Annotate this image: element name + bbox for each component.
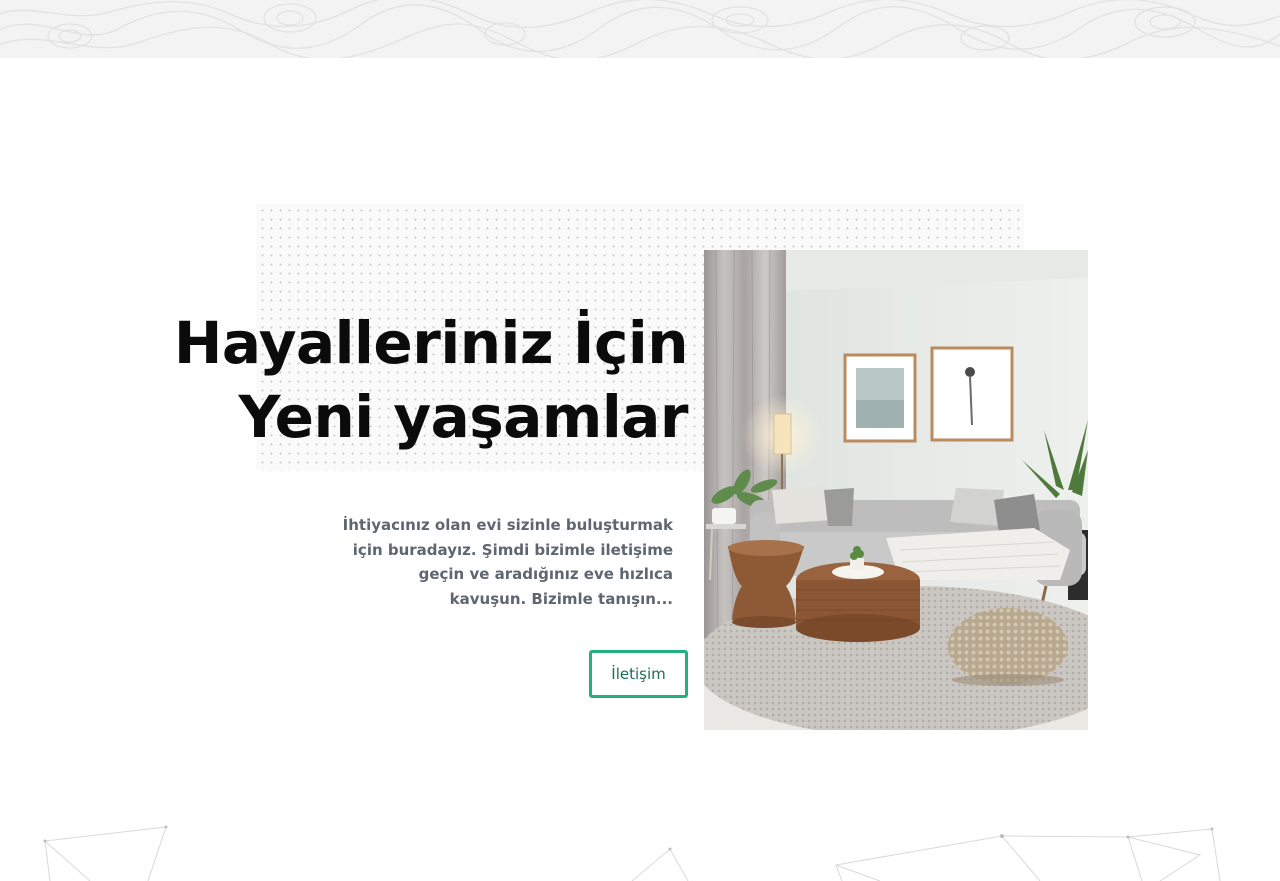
topographic-pattern: [0, 0, 1280, 58]
hero-description: İhtiyacınız olan evi sizinle buluşturmak…: [342, 516, 673, 608]
hero-title-line-2: Yeni yaşamlar: [238, 383, 688, 451]
living-room-illustration: [704, 250, 1088, 730]
living-room-photo: [704, 250, 1088, 730]
hero-title: Hayalleriniz İçin Yeni yaşamlar: [150, 306, 689, 454]
hero-title-line-1: Hayalleriniz İçin: [173, 309, 689, 377]
network-lines-decoration: [43, 825, 1221, 881]
contact-button[interactable]: İletişim: [589, 650, 688, 698]
topographic-header-band: [0, 0, 1280, 58]
